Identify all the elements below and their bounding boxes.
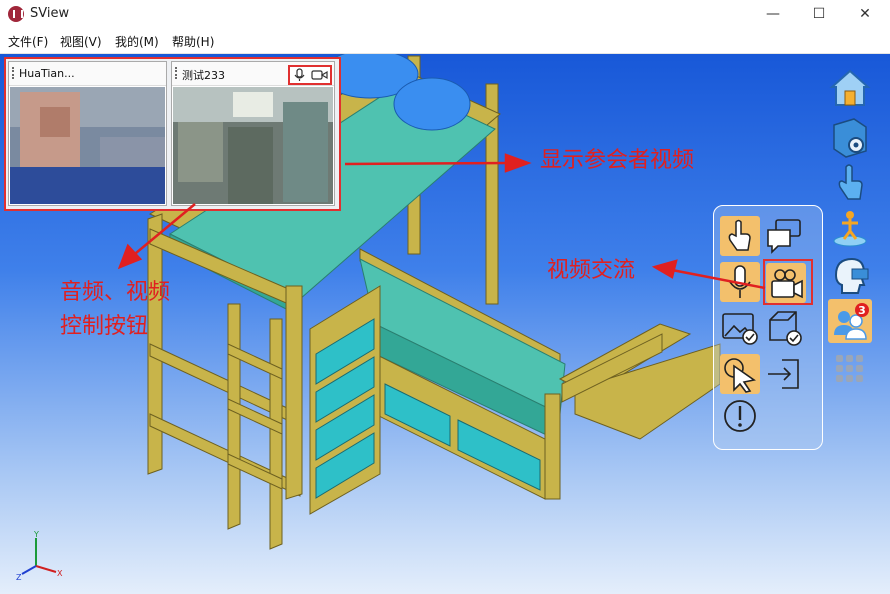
- av-control-buttons: [288, 65, 332, 85]
- chat-icon[interactable]: [764, 216, 804, 256]
- axis-z-label: Z: [16, 573, 22, 582]
- close-button[interactable]: ✕: [842, 0, 888, 29]
- drag-handle-icon[interactable]: [12, 67, 16, 79]
- camera-icon[interactable]: [311, 70, 328, 80]
- participants-icon: 3: [834, 303, 869, 340]
- walk-icon[interactable]: [828, 207, 872, 251]
- participant-video-feed: [173, 87, 333, 204]
- participants-button[interactable]: 3: [828, 299, 872, 343]
- axis-y-label: Y: [33, 530, 39, 539]
- collaboration-tools-panel: [713, 205, 823, 450]
- title-bar: SView — ☐ ✕: [0, 0, 890, 29]
- drag-handle-icon[interactable]: [175, 67, 179, 79]
- mic-icon[interactable]: [720, 262, 760, 302]
- alert-icon[interactable]: [720, 396, 760, 436]
- participant-video-panel: HuaTian... 测试233: [4, 57, 341, 211]
- menu-mine[interactable]: 我的(M): [115, 33, 159, 50]
- participant-name: 测试233: [182, 69, 225, 82]
- menu-help[interactable]: 帮助(H): [172, 33, 214, 50]
- app-logo-icon: [8, 6, 24, 22]
- cube-settings-icon[interactable]: [828, 115, 872, 159]
- video-tile-header: 测试233: [172, 62, 334, 86]
- window-title: SView: [30, 6, 70, 21]
- grid-icon[interactable]: [828, 347, 872, 391]
- annotation-av-controls-line2: 控制按钮: [60, 314, 149, 339]
- participant-video-feed: [10, 87, 165, 204]
- maximize-button[interactable]: ☐: [796, 0, 842, 29]
- 3d-viewport[interactable]: HuaTian... 测试233 3 显示参会者视频 视频交流 音频、视频 控制…: [0, 54, 890, 594]
- hand-pointer-icon[interactable]: [720, 216, 760, 256]
- minimize-button[interactable]: —: [750, 0, 796, 29]
- video-tile-header: HuaTian...: [9, 62, 166, 86]
- exit-icon[interactable]: [764, 354, 804, 394]
- menu-view[interactable]: 视图(V): [60, 33, 102, 50]
- axis-x-label: X: [57, 569, 63, 578]
- hand-pointer-icon[interactable]: [828, 161, 872, 205]
- video-tile-test233[interactable]: 测试233: [171, 61, 335, 206]
- menu-bar: 文件(F) 视图(V) 我的(M) 帮助(H): [0, 29, 890, 54]
- video-exchange-highlight: [763, 259, 813, 305]
- menu-file[interactable]: 文件(F): [8, 33, 48, 50]
- annotation-show-video: 显示参会者视频: [540, 148, 695, 173]
- cube-check-icon[interactable]: [764, 308, 804, 348]
- annotation-video-exchange: 视频交流: [547, 258, 636, 283]
- annotation-av-controls-line1: 音频、视频: [60, 280, 171, 305]
- axis-triad: Y X Z: [16, 530, 63, 582]
- home-icon[interactable]: [828, 67, 872, 111]
- mic-icon[interactable]: [294, 68, 305, 81]
- participant-count-badge: 3: [858, 304, 866, 317]
- participant-name: HuaTian...: [19, 67, 75, 80]
- head-camera-icon[interactable]: [828, 253, 872, 297]
- cursor-click-icon[interactable]: [720, 354, 760, 394]
- image-check-icon[interactable]: [720, 308, 760, 348]
- video-tile-huatian[interactable]: HuaTian...: [8, 61, 167, 206]
